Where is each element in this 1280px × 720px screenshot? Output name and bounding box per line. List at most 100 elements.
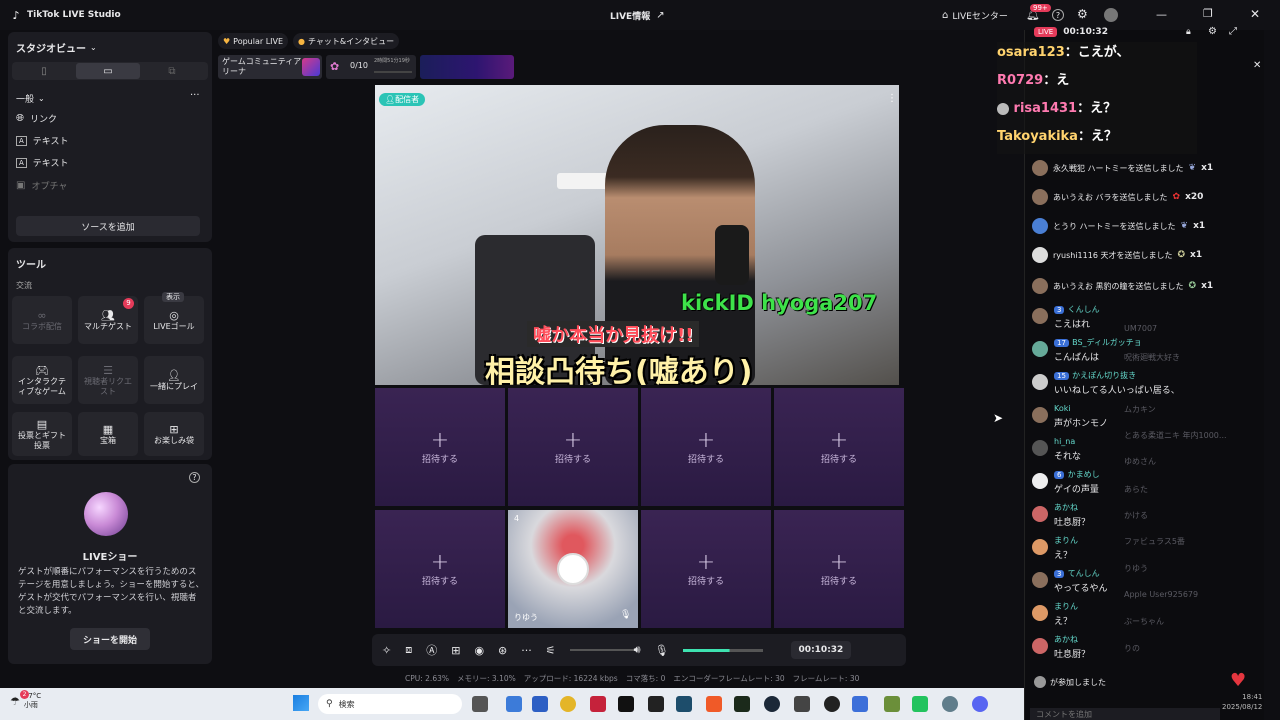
help-icon[interactable]: ? xyxy=(189,472,200,483)
stream-preview[interactable]: 👤︎配信者 kickID hyoga207 嘘か本当か見抜け!! 相談凸待ち(嘘… xyxy=(375,85,899,385)
record-icon[interactable]: ◉ xyxy=(474,644,484,657)
comment-user[interactable]: かまめし xyxy=(1068,470,1100,479)
comment-input[interactable] xyxy=(1030,708,1220,720)
guest-slot[interactable]: + 招待する xyxy=(508,388,638,506)
tab-popular-live[interactable]: ♥ Popular LIVE xyxy=(218,33,289,49)
taskbar-search[interactable]: ⚲ 検索 xyxy=(318,694,462,714)
studio-view-title[interactable]: スタジオビュー xyxy=(16,40,86,55)
guest-slot[interactable]: + 招待する xyxy=(375,510,505,628)
source-item-openchat[interactable]: ▣ オプチャ xyxy=(16,179,67,192)
avatar[interactable] xyxy=(1104,8,1118,22)
general-scene-label[interactable]: 一般 xyxy=(16,92,34,105)
poll-tool[interactable]: ▤ 投票とギフト 投票 xyxy=(12,412,72,456)
close-icon[interactable]: ✕ xyxy=(1253,60,1261,71)
camera-icon[interactable]: ⊛ xyxy=(498,644,507,657)
live-goal-tool[interactable]: ◎ LIVEゴール 表示 xyxy=(144,292,204,344)
volume-slider[interactable] xyxy=(569,649,634,651)
gear-icon[interactable] xyxy=(942,696,958,712)
comment-user[interactable]: あかね xyxy=(1054,635,1078,644)
obs-icon[interactable] xyxy=(824,696,840,712)
taskview-icon[interactable] xyxy=(472,696,488,712)
music-stage-banner[interactable] xyxy=(420,55,514,79)
add-source-button[interactable]: ソースを追加 xyxy=(16,216,200,236)
lucky-bag-tool[interactable]: ⊞ お楽しみ袋 xyxy=(144,412,204,456)
guest-slot[interactable]: + 招待する xyxy=(641,510,771,628)
more-icon[interactable]: ⋮ xyxy=(887,93,897,104)
heart-icon[interactable]: ♥ xyxy=(1230,670,1246,691)
maximize-icon[interactable]: ❐ xyxy=(1203,7,1213,20)
magic-wand-icon[interactable]: ✧ xyxy=(382,644,391,657)
lock-icon[interactable]: 🔒︎ xyxy=(1186,27,1191,37)
more-icon[interactable]: ··· xyxy=(190,90,200,101)
app-icon[interactable] xyxy=(532,696,548,712)
comment-user[interactable]: まりん xyxy=(1054,602,1078,611)
more-icon[interactable]: ··· xyxy=(521,644,532,657)
popout-icon[interactable]: ⤢ xyxy=(1229,26,1237,37)
comment-user[interactable]: くんしん xyxy=(1068,305,1100,314)
steam-icon[interactable] xyxy=(764,696,780,712)
comment-user[interactable]: hi_na xyxy=(1054,437,1075,446)
comment-user[interactable]: BS_ディルガッチョ xyxy=(1072,338,1142,347)
windows-start-icon[interactable] xyxy=(293,695,309,711)
guest-slot[interactable]: + 招待する xyxy=(774,510,904,628)
settings-icon[interactable]: ⚙ xyxy=(1077,7,1088,21)
collab-tool[interactable]: ∞ コラボ配信 xyxy=(12,296,72,344)
mixer-icon[interactable]: ⚟ xyxy=(546,644,556,657)
mic-icon[interactable]: 🎙︎ xyxy=(655,644,669,657)
ai-icon[interactable]: Ⓐ xyxy=(426,642,437,658)
chevron-down-icon[interactable]: ⌄ xyxy=(38,94,45,103)
source-item-text[interactable]: A テキスト xyxy=(16,156,69,169)
chrome-icon[interactable] xyxy=(560,696,576,712)
source-item-link[interactable]: 🌐︎ リンク xyxy=(16,112,57,125)
multi-guest-tool[interactable]: 👥︎ マルチゲスト 9 xyxy=(78,296,138,344)
app-icon[interactable] xyxy=(590,696,606,712)
treasure-box-tool[interactable]: ▦ 宝箱 xyxy=(78,412,138,456)
mic-level-bar[interactable] xyxy=(682,648,763,652)
mic-off-icon[interactable]: 🎙︎ xyxy=(620,610,631,620)
source-item-text[interactable]: A テキスト xyxy=(16,134,69,147)
globe-icon: 🌐︎ xyxy=(16,113,24,124)
play-together-tool[interactable]: 👤︎ 一緒にプレイ xyxy=(144,356,204,404)
taskbar-clock[interactable]: 18:41 2025/08/12 xyxy=(1222,692,1262,712)
start-show-button[interactable]: ショーを開始 xyxy=(70,628,150,650)
comment-user[interactable]: まりん xyxy=(1054,536,1078,545)
minecraft-icon[interactable] xyxy=(884,696,900,712)
share-icon[interactable]: ↗ xyxy=(656,10,664,21)
help-icon[interactable]: ? xyxy=(1052,9,1064,21)
speaker-icon[interactable]: 🔊︎ xyxy=(634,643,641,657)
app-icon[interactable] xyxy=(506,696,522,712)
discord-icon[interactable] xyxy=(972,696,988,712)
tiktok-icon[interactable] xyxy=(618,696,634,712)
comment-user[interactable]: あかね xyxy=(1054,503,1078,512)
app-icon[interactable] xyxy=(676,696,692,712)
guest-slot[interactable]: + 招待する xyxy=(375,388,505,506)
portrait-layout-button[interactable]: ▯ xyxy=(12,63,76,79)
guest-slot-occupied[interactable]: 4 りゆう 🎙︎ xyxy=(508,510,638,628)
guest-slot[interactable]: + 招待する xyxy=(641,388,771,506)
line-icon[interactable] xyxy=(912,696,928,712)
multi-layout-button[interactable]: ⧉ xyxy=(140,63,204,79)
brave-icon[interactable] xyxy=(706,696,722,712)
effects-icon[interactable]: ⧈ xyxy=(405,643,412,657)
comment-user[interactable]: Koki xyxy=(1054,404,1071,413)
close-icon[interactable]: ✕ xyxy=(1250,7,1260,21)
comment-user[interactable]: てんしん xyxy=(1068,569,1100,578)
app-icon[interactable] xyxy=(648,696,664,712)
settings-icon[interactable]: ⚙ xyxy=(1208,26,1217,37)
add-overlay-icon[interactable]: ⊞ xyxy=(451,644,460,657)
guest-slot[interactable]: + 招待する xyxy=(774,388,904,506)
live-info-title[interactable]: LIVE情報 xyxy=(610,9,650,22)
viewer-request-tool[interactable]: ☰ 視聴者リクエ スト xyxy=(78,356,138,404)
game-arena-banner[interactable]: ゲームコミュニティア リーナ xyxy=(218,55,322,79)
interactive-game-tool[interactable]: 🎮︎ インタラクテ ィブなゲーム xyxy=(12,356,72,404)
app-icon[interactable] xyxy=(794,696,810,712)
live-center-button[interactable]: ⌂ LIVEセンター xyxy=(942,9,1008,22)
app-icon[interactable] xyxy=(852,696,868,712)
landscape-layout-button[interactable]: ▭ xyxy=(76,63,140,79)
chevron-down-icon[interactable]: ⌄ xyxy=(90,43,97,52)
live-goal-banner[interactable]: ✿ 0/10 2時間51分19秒 xyxy=(326,55,416,79)
tab-chat-interview[interactable]: ● チャット&インタビュー xyxy=(293,33,400,49)
minimize-icon[interactable]: — xyxy=(1156,8,1167,21)
app-icon[interactable] xyxy=(734,696,750,712)
comment-user[interactable]: かえぽん切り抜き xyxy=(1072,371,1136,380)
